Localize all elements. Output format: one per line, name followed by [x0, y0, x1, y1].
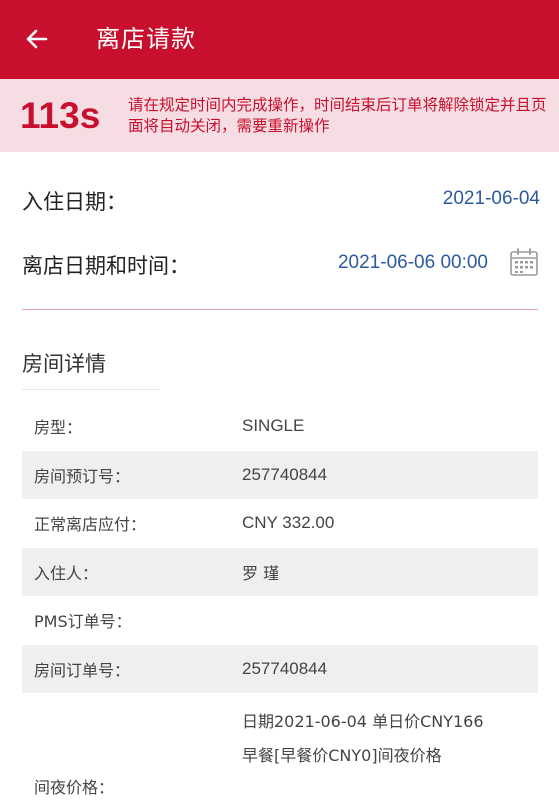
room-details-table: 房型： SINGLE 房间预订号： 257740844 正常离店应付： CNY … [22, 402, 538, 693]
checkin-date-row: 入住日期： 2021-06-04 [22, 180, 540, 220]
detail-row-guest: 入住人： 罗 瑾 [22, 547, 538, 596]
timer-banner: 113s 请在规定时间内完成操作，时间结束后订单将解除锁定并且页面将自动关闭，需… [0, 79, 559, 152]
calendar-button[interactable] [508, 246, 540, 278]
detail-row-night-price: 日期2021-06-04 单日价CNY166 早餐[早餐价CNY0]间夜价格 间… [22, 700, 538, 800]
calendar-icon [510, 248, 538, 276]
night-price-line: 日期2021-06-04 单日价CNY166 [242, 712, 484, 731]
detail-key: 入住人： [34, 563, 99, 583]
detail-key: 房型： [34, 418, 83, 438]
detail-value: CNY 332.00 [242, 513, 335, 533]
arrow-left-icon [26, 29, 48, 49]
detail-value: 257740844 [242, 658, 328, 678]
checkout-datetime-row: 离店日期和时间： 2021-06-06 00:00 [22, 244, 540, 284]
back-button[interactable] [22, 24, 52, 54]
detail-key: 房间订单号： [34, 660, 131, 680]
detail-key: 房间预订号： [34, 466, 131, 486]
app-bar: 离店请款 [0, 0, 559, 79]
detail-row-booking-number: 房间预订号： 257740844 [22, 450, 538, 499]
checkin-date-label: 入住日期： [22, 190, 127, 214]
detail-key: PMS订单号： [34, 612, 132, 632]
checkin-date-value: 2021-06-04 [442, 188, 540, 209]
detail-key: 正常离店应付： [34, 515, 147, 535]
detail-row-room-type: 房型： SINGLE [22, 402, 538, 451]
detail-row-checkout-payable: 正常离店应付： CNY 332.00 [22, 499, 538, 548]
detail-row-pms-order: PMS订单号： [22, 596, 538, 645]
detail-row-room-order: 房间订单号： 257740844 [22, 644, 538, 693]
checkout-datetime-value[interactable]: 2021-06-06 00:00 [338, 252, 488, 274]
checkout-datetime-label: 离店日期和时间： [22, 254, 190, 278]
room-details-title: 房间详情 [22, 352, 106, 376]
timer-message: 请在规定时间内完成操作，时间结束后订单将解除锁定并且页面将自动关闭，需要重新操作 [128, 96, 547, 135]
countdown-timer: 113s [20, 95, 101, 136]
night-price-key: 间夜价格： [34, 778, 115, 797]
page-title: 离店请款 [96, 25, 196, 53]
detail-value: SINGLE [242, 416, 305, 436]
night-price-line: 早餐[早餐价CNY0]间夜价格 [242, 746, 442, 765]
detail-value: 257740844 [242, 464, 328, 484]
detail-value: 罗 瑾 [242, 563, 280, 583]
section-divider [22, 309, 538, 310]
room-details-underline [22, 389, 160, 390]
